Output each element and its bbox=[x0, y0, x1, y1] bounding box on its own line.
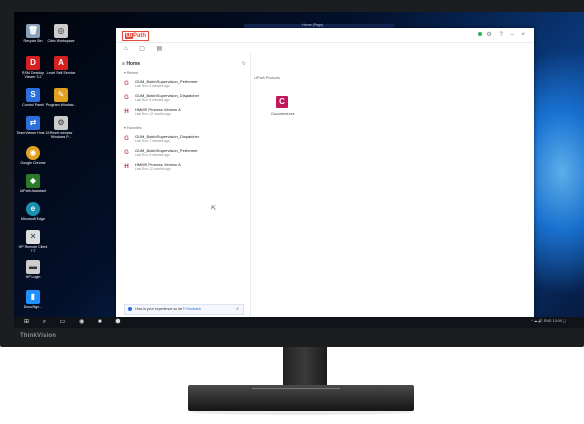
status-connected-icon bbox=[477, 32, 482, 36]
process-g-icon: G bbox=[124, 95, 129, 101]
close-window-button[interactable]: × bbox=[521, 32, 528, 38]
uipath-assistant-icon: ◆ bbox=[26, 174, 40, 188]
desktop-icon-reset-window[interactable]: ⚙ Reset window Windows P... bbox=[44, 116, 78, 139]
teamviewer-icon: ⇄ bbox=[26, 116, 40, 130]
monitor-brand-label: ThinkVision bbox=[20, 333, 57, 339]
window-controls: ⚙ ? – × bbox=[477, 31, 528, 38]
settings-gear-icon[interactable]: ⚙ bbox=[486, 32, 494, 38]
monitor-stand-neck bbox=[283, 347, 327, 385]
refresh-icon[interactable]: ↻ bbox=[242, 61, 246, 67]
widgets-tab-icon[interactable]: ▤ bbox=[157, 46, 168, 52]
desktop-icon-citrix[interactable]: ◎ Citrix Workspace bbox=[44, 24, 78, 43]
mouse-cursor-icon: ⇱ bbox=[211, 206, 217, 212]
window-title-text: Home (Page) bbox=[302, 23, 324, 27]
hp-login-icon: ▬ bbox=[26, 260, 40, 274]
desktop-screen: 🗑 Recycle Bin ◎ Citrix Workspace D RSM D… bbox=[14, 12, 584, 328]
uipath-logo: UiPath bbox=[122, 31, 150, 41]
process-h-icon: H bbox=[124, 164, 129, 170]
window-titlebar: UiPath ⚙ ? – × bbox=[116, 28, 534, 43]
docusign-icon: ▮ bbox=[26, 290, 40, 304]
process-h-icon: H bbox=[124, 109, 129, 115]
processes-panel: ≡ Home ↻ ▾ Recent G GUM_BatchSupervision… bbox=[116, 53, 251, 328]
recent-section-label[interactable]: ▾ Recent bbox=[124, 71, 138, 75]
close-feedback-icon[interactable]: ✕ bbox=[236, 305, 239, 314]
level-self-service-icon: A bbox=[54, 56, 68, 70]
citrix-icon: ◎ bbox=[54, 24, 68, 38]
hp-remote-icon: ✕ bbox=[26, 230, 40, 244]
desktop-icon-program-window[interactable]: ✎ Program Window... bbox=[44, 88, 78, 107]
reset-window-icon: ⚙ bbox=[54, 116, 68, 130]
automation-tab-icon[interactable]: ▢ bbox=[139, 46, 150, 52]
favorite-process-item[interactable]: H HMMS Process Version A Last Run: 12 mo… bbox=[123, 162, 243, 175]
taskbar-pinned-icons[interactable]: ⊞ ⌕ ▭ ◉ ■ ⬢ bbox=[24, 318, 127, 326]
desktop-icon-hp-login[interactable]: ▬ HP Login bbox=[16, 260, 50, 279]
monitor-stand-base bbox=[188, 385, 414, 411]
nav-tabs: ⌂ ▢ ▤ bbox=[124, 45, 167, 52]
desktop-icon-edge[interactable]: e Microsoft Edge bbox=[16, 202, 50, 221]
products-section-label: UiPath Products bbox=[254, 76, 280, 80]
desktop-icon-level-self-service[interactable]: A Level Self Service bbox=[44, 56, 78, 75]
home-label: Home bbox=[126, 61, 141, 67]
recent-process-item[interactable]: G GUM_BatchSupervision_Dispatcher Last R… bbox=[123, 93, 243, 106]
favorites-section-label[interactable]: ▾ Favorites bbox=[124, 126, 142, 130]
recent-process-item[interactable]: H HMMS Process Version A Last Run: 12 mo… bbox=[123, 107, 243, 120]
home-header: ≡ Home ↻ bbox=[122, 61, 246, 67]
control-panel-icon: S bbox=[26, 88, 40, 102]
feedback-link[interactable]: Feedback bbox=[185, 307, 201, 311]
favorite-process-item[interactable]: G GUM_BatchSupervision_Performer Last Ru… bbox=[123, 148, 243, 161]
process-g-icon: G bbox=[124, 81, 129, 87]
desktop-icon-chrome[interactable]: ◉ Google Chrome bbox=[16, 146, 50, 165]
stand-highlight bbox=[252, 388, 340, 389]
edge-icon: e bbox=[26, 202, 40, 216]
taskbar: ⊞ ⌕ ▭ ◉ ■ ⬢ ^ ☁ 🔊 ENG 13:04 ▢ bbox=[14, 317, 584, 328]
favorite-process-item[interactable]: G GUM_BatchSupervision_Dispatcher Last R… bbox=[123, 134, 243, 147]
help-icon[interactable]: ? bbox=[499, 32, 505, 38]
system-tray[interactable]: ^ ☁ 🔊 ENG 13:04 ▢ bbox=[531, 319, 566, 323]
document-app-label: Document.exe bbox=[271, 112, 295, 116]
process-g-icon: G bbox=[124, 150, 129, 156]
hamburger-menu-icon[interactable]: ≡ bbox=[122, 61, 125, 67]
recent-process-item[interactable]: G GUM_BatchSupervision_Performer Last Ru… bbox=[123, 79, 243, 92]
desktop-icon-hp-remote[interactable]: ✕ HP Remote Client 7.7 bbox=[16, 230, 50, 253]
minimize-button[interactable]: – bbox=[510, 32, 516, 38]
rsm-viewer-icon: D bbox=[26, 56, 40, 70]
info-icon bbox=[128, 307, 132, 312]
process-g-icon: G bbox=[124, 136, 129, 142]
recycle-bin-icon: 🗑 bbox=[26, 24, 40, 38]
chrome-icon: ◉ bbox=[26, 146, 40, 160]
uipath-assistant-window: UiPath ⚙ ? – × ⌂ ▢ ▤ ≡ Home ↻ ▾ Recent G… bbox=[116, 28, 534, 328]
desktop-icon-docusign[interactable]: ▮ DocuSign... bbox=[16, 290, 50, 309]
program-window-icon: ✎ bbox=[54, 88, 68, 102]
home-tab-icon[interactable]: ⌂ bbox=[124, 46, 133, 52]
document-app-tile[interactable]: C bbox=[276, 96, 288, 108]
desktop-icon-uipath-assistant[interactable]: ◆ UiPath Assistant bbox=[16, 174, 50, 193]
feedback-banner: How is your experience so far? Feedback … bbox=[124, 304, 244, 315]
